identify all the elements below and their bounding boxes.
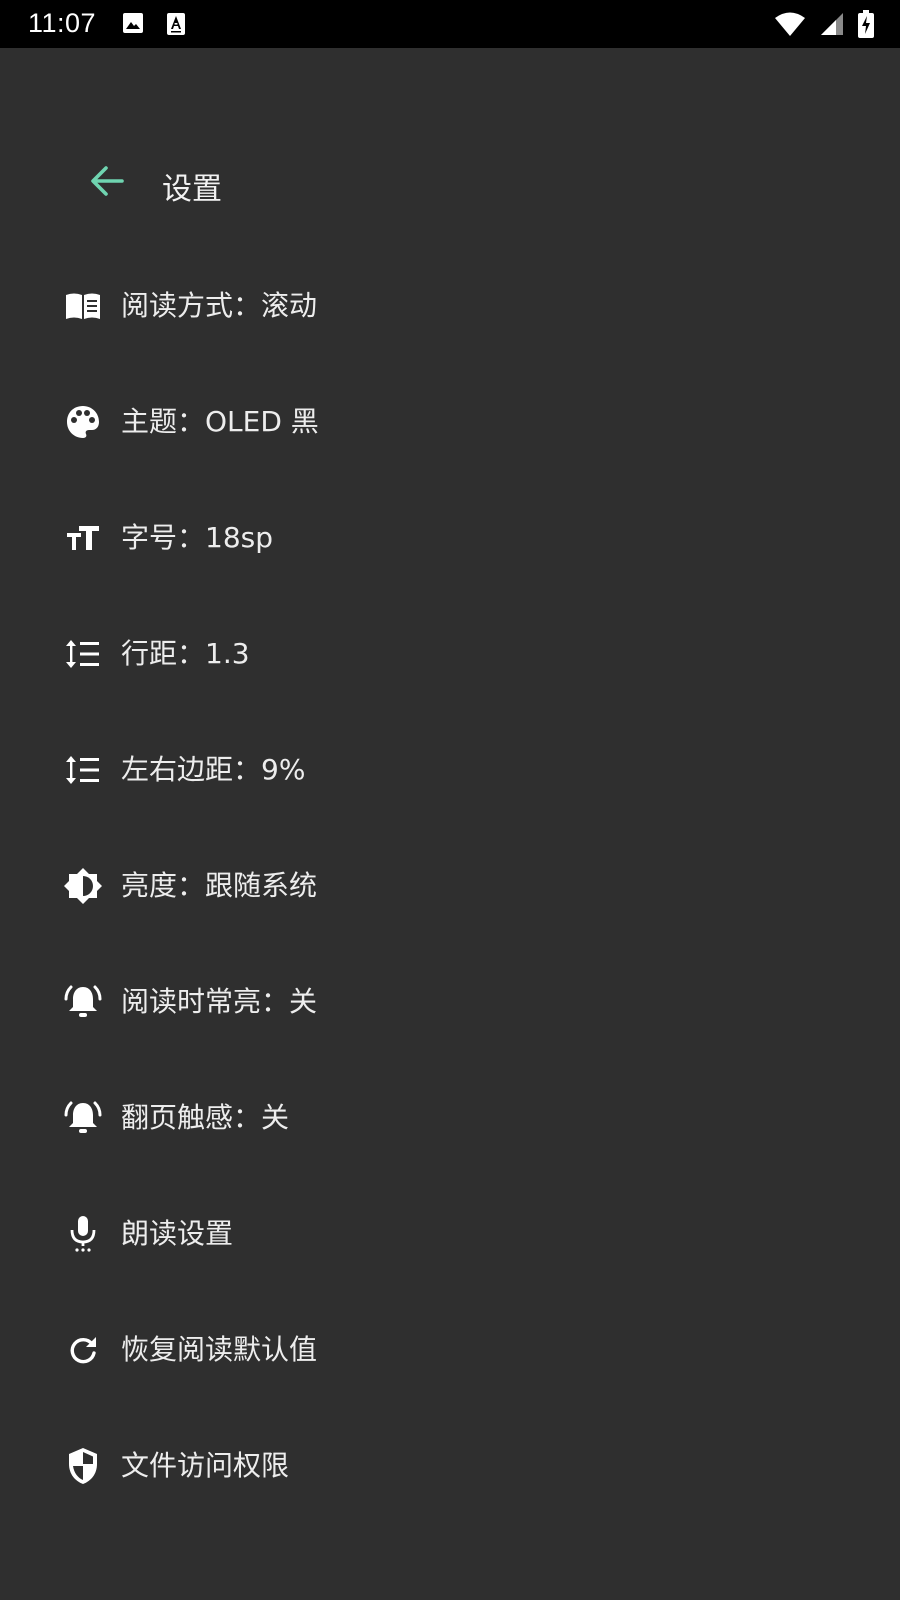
back-button[interactable] bbox=[84, 160, 130, 206]
setting-label: 翻页触感：关 bbox=[121, 1101, 290, 1134]
line-spacing-icon bbox=[64, 751, 102, 789]
status-system-icons bbox=[774, 10, 874, 42]
text-a-icon bbox=[166, 12, 186, 40]
setting-label: 左右边距：9% bbox=[121, 753, 306, 786]
image-icon bbox=[122, 12, 144, 40]
arrow-left-icon bbox=[89, 165, 125, 201]
palette-icon bbox=[64, 403, 102, 441]
setting-label: 文件访问权限 bbox=[121, 1449, 290, 1482]
battery-charging-icon bbox=[858, 10, 874, 42]
setting-label: 恢复阅读默认值 bbox=[121, 1333, 318, 1366]
status-notification-icons bbox=[122, 12, 186, 40]
setting-side-margin[interactable]: 左右边距：9% bbox=[0, 711, 900, 827]
signal-icon bbox=[820, 12, 844, 40]
brightness-icon bbox=[64, 867, 102, 905]
setting-label: 主题：OLED 黑 bbox=[121, 405, 319, 438]
setting-label: 阅读方式：滚动 bbox=[121, 289, 318, 322]
setting-file-access[interactable]: 文件访问权限 bbox=[0, 1407, 900, 1523]
line-spacing-icon bbox=[64, 635, 102, 673]
text-size-icon bbox=[64, 519, 102, 557]
setting-label: 行距：1.3 bbox=[121, 637, 250, 670]
setting-reading-mode[interactable]: 阅读方式：滚动 bbox=[0, 247, 900, 363]
microphone-icon bbox=[64, 1215, 102, 1253]
app-header: 设置 bbox=[0, 150, 900, 214]
bell-ring-icon bbox=[64, 983, 102, 1021]
shield-icon bbox=[64, 1447, 102, 1485]
setting-label: 字号：18sp bbox=[121, 521, 273, 554]
setting-label: 亮度：跟随系统 bbox=[121, 869, 318, 902]
settings-list: 阅读方式：滚动 主题：OLED 黑 字号：18sp 行距：1.3 左右边距：9%… bbox=[0, 247, 900, 1523]
setting-brightness[interactable]: 亮度：跟随系统 bbox=[0, 827, 900, 943]
setting-line-spacing[interactable]: 行距：1.3 bbox=[0, 595, 900, 711]
setting-restore-defaults[interactable]: 恢复阅读默认值 bbox=[0, 1291, 900, 1407]
setting-theme[interactable]: 主题：OLED 黑 bbox=[0, 363, 900, 479]
book-icon bbox=[64, 287, 102, 325]
status-time: 11:07 bbox=[28, 8, 97, 38]
setting-label: 朗读设置 bbox=[121, 1217, 234, 1250]
setting-keep-screen-on[interactable]: 阅读时常亮：关 bbox=[0, 943, 900, 1059]
setting-tts[interactable]: 朗读设置 bbox=[0, 1175, 900, 1291]
status-bar: 11:07 bbox=[0, 0, 900, 48]
page-title: 设置 bbox=[162, 172, 222, 207]
wifi-icon bbox=[774, 11, 806, 41]
setting-label: 阅读时常亮：关 bbox=[121, 985, 318, 1018]
bell-ring-icon bbox=[64, 1099, 102, 1137]
setting-font-size[interactable]: 字号：18sp bbox=[0, 479, 900, 595]
setting-page-turn-haptics[interactable]: 翻页触感：关 bbox=[0, 1059, 900, 1175]
refresh-icon bbox=[64, 1331, 102, 1369]
